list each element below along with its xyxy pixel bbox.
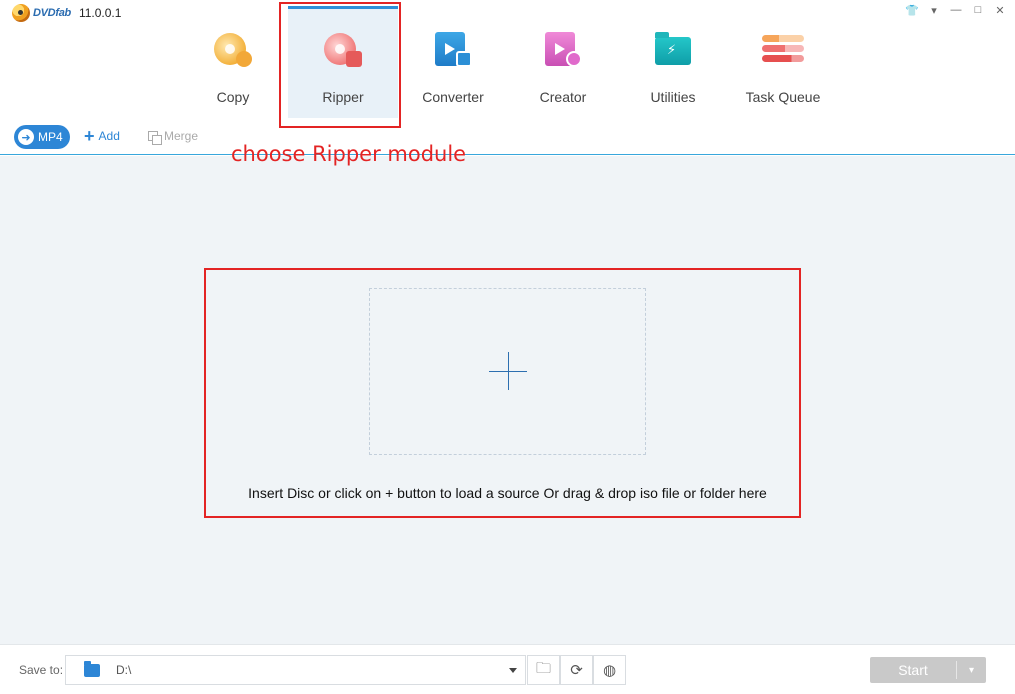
app-version: 11.0.0.1 <box>78 6 122 20</box>
module-utilities[interactable]: Utilities <box>618 6 728 118</box>
merge-icon <box>148 131 162 145</box>
plus-icon: + <box>84 126 95 146</box>
module-task-queue[interactable]: Task Queue <box>728 6 838 118</box>
window-controls: 👕 ▾ — □ ✕ <box>903 2 1009 18</box>
maximize-icon[interactable]: □ <box>969 2 987 18</box>
module-label: Utilities <box>650 89 696 105</box>
creator-film-icon <box>542 31 584 69</box>
logo-text: DVDfab <box>33 7 71 19</box>
drop-zone[interactable] <box>369 288 646 455</box>
chevron-down-icon[interactable]: ▾ <box>957 665 986 676</box>
module-label: Ripper <box>322 89 364 105</box>
profile-button[interactable]: ➜ MP4 <box>14 125 70 149</box>
save-path-value: D:\ <box>116 663 132 677</box>
profile-label: MP4 <box>38 130 63 144</box>
module-converter[interactable]: Converter <box>398 6 508 118</box>
start-label: Start <box>898 662 928 678</box>
add-button[interactable]: + Add <box>84 126 120 146</box>
minimize-icon[interactable]: — <box>947 2 965 18</box>
refresh-icon: ⟳ <box>570 662 583 679</box>
copy-disc-icon <box>212 31 254 69</box>
module-label: Copy <box>216 89 250 105</box>
module-nav: Copy Ripper Converter Creator Utilities … <box>178 6 838 118</box>
close-icon[interactable]: ✕ <box>991 2 1009 18</box>
merge-label: Merge <box>164 129 199 143</box>
drop-hint-text: Insert Disc or click on + button to load… <box>248 485 767 501</box>
ripper-disc-icon <box>322 31 364 69</box>
task-queue-icon <box>762 31 804 69</box>
folder-icon <box>84 660 100 677</box>
module-copy[interactable]: Copy <box>178 6 288 118</box>
start-button[interactable]: Start ▾ <box>870 657 986 683</box>
module-label: Task Queue <box>745 89 821 105</box>
module-creator[interactable]: Creator <box>508 6 618 118</box>
bottom-bar: Save to: D:\ 🗀 ⟳ ◍ Start ▾ <box>0 644 1015 694</box>
converter-film-icon <box>432 31 474 69</box>
skin-icon[interactable]: 👕 <box>903 2 921 18</box>
save-path-dropdown[interactable]: D:\ <box>65 655 526 685</box>
open-folder-icon: 🗀 <box>535 659 551 677</box>
dvdfab-logo-icon <box>12 4 30 22</box>
main-area: Insert Disc or click on + button to load… <box>0 156 1015 644</box>
globe-icon: ◍ <box>602 662 617 679</box>
arrow-right-icon: ➜ <box>18 129 34 145</box>
toolbar: ➜ MP4 + Add Merge <box>0 120 1015 155</box>
module-label: Converter <box>422 89 484 105</box>
menu-dropdown-icon[interactable]: ▾ <box>925 2 943 18</box>
merge-button[interactable]: Merge <box>148 129 199 145</box>
refresh-button[interactable]: ⟳ <box>560 655 593 685</box>
utilities-folder-icon <box>652 31 694 69</box>
save-to-label: Save to: <box>19 663 64 677</box>
module-label: Creator <box>539 89 587 105</box>
module-ripper[interactable]: Ripper <box>288 6 398 118</box>
add-label: Add <box>98 129 120 143</box>
chevron-down-icon[interactable] <box>509 668 517 673</box>
browse-folder-button[interactable]: 🗀 <box>527 655 560 685</box>
app-logo: DVDfab 11.0.0.1 <box>12 4 121 22</box>
annotation-text: choose Ripper module <box>231 142 467 166</box>
web-button[interactable]: ◍ <box>593 655 626 685</box>
